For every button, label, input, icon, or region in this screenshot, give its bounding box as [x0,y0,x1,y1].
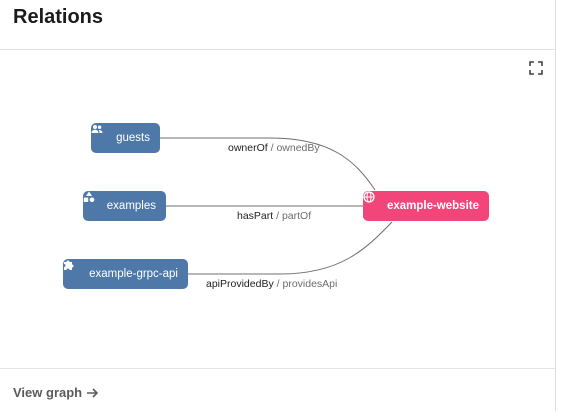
edge-separator: / [276,278,280,290]
arrow-right-icon [86,387,99,399]
node-example-website[interactable]: example-website [363,191,489,221]
relations-graph[interactable]: guests examples example-grpc-api example… [0,50,555,368]
edge-label-ownerof: ownerOf / ownedBy [228,142,320,154]
edge-separator: / [276,210,280,222]
view-graph-link[interactable]: View graph [13,385,99,400]
edge-label-apiprovidedby: apiProvidedBy / providesApi [206,278,337,290]
edge-separator: / [270,142,274,154]
edge-relation: ownerOf [228,142,268,154]
node-label-examples: examples [106,200,156,212]
card-title: Relations [13,6,104,28]
edge-reverse-relation: ownedBy [276,142,320,154]
relations-card: · Relations guests [0,0,556,411]
edge-reverse-relation: partOf [281,210,312,222]
card-footer: View graph [0,368,555,412]
node-guests[interactable]: guests [91,123,160,153]
edge-example-grpc-api-to-example-website [188,221,393,275]
edge-relation: apiProvidedBy [206,278,274,290]
node-label-example-website: example-website [386,200,479,212]
edge-label-haspart: hasPart / partOf [237,210,311,222]
web-icon [363,191,378,212]
node-examples[interactable]: examples [83,191,166,221]
node-label-guests: guests [116,132,150,144]
edge-reverse-relation: providesApi [282,278,338,290]
view-graph-label: View graph [13,385,83,400]
node-example-grpc-api[interactable]: example-grpc-api [63,259,188,289]
puzzle-icon [64,260,80,280]
group-icon [91,125,107,144]
edge-relation: hasPart [237,210,274,222]
node-label-example-grpc-api: example-grpc-api [89,268,178,280]
shapes-icon [83,191,98,212]
card-header: Relations [0,0,555,50]
